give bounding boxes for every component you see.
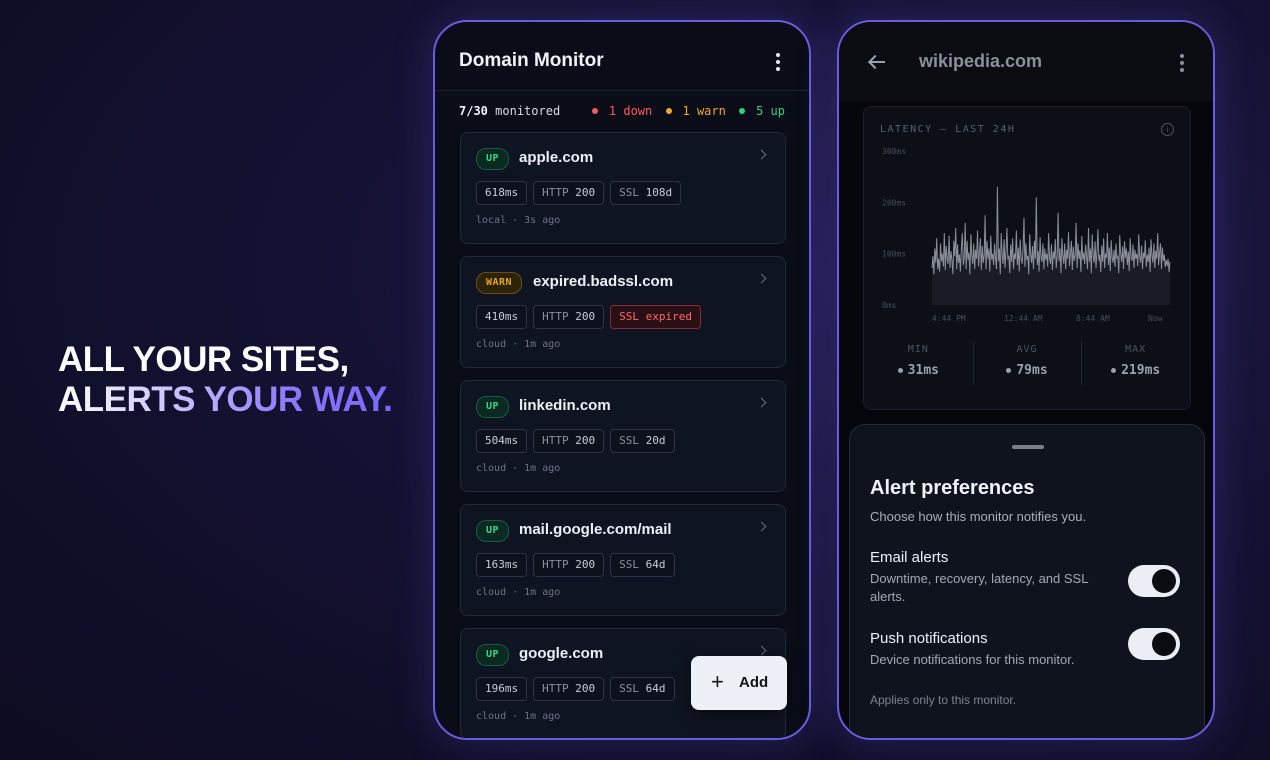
chevron-right-icon [756, 149, 767, 160]
site-card-expired-badssl[interactable]: WARN expired.badssl.com 410ms HTTP 200 S… [460, 256, 786, 368]
x-tick-label: Now [1148, 314, 1163, 323]
status-badge: UP [476, 148, 510, 170]
status-badge: UP [476, 396, 510, 418]
plus-icon: + [711, 669, 724, 694]
ssl-chip: SSL expired [610, 305, 701, 329]
chevron-right-icon [756, 521, 767, 532]
push-notifications-row: Push notifications Device notifications … [870, 628, 1184, 669]
monitor-summary: 7/30 monitored 1 down 1 warn 5 up [459, 104, 785, 122]
y-tick-label: 200ms [882, 198, 906, 207]
down-dot-icon [591, 108, 598, 114]
add-monitor-button[interactable]: + Add [691, 656, 787, 710]
hero-headline: ALL YOUR SITES, ALERTS YOUR WAY. [58, 340, 393, 420]
site-card-apple[interactable]: UP apple.com 618ms HTTP 200 SSL 108d loc… [460, 132, 786, 244]
detail-title: wikipedia.com [919, 51, 1043, 71]
sheet-title: Alert preferences [870, 477, 1035, 499]
ssl-chip: SSL 64d [610, 553, 675, 577]
site-domain: mail.google.com/mail [519, 521, 672, 538]
alert-preferences-sheet: Alert preferences Choose how this monito… [849, 424, 1205, 738]
page-title: Domain Monitor [459, 50, 604, 71]
down-count: 1 down [591, 104, 652, 118]
up-dot-icon [739, 108, 746, 114]
stat-avg: AVG 79ms [972, 341, 1082, 389]
phone-site-detail: wikipedia.com LATENCY — LAST 24H i 300ms… [837, 20, 1215, 740]
latency-chip: 504ms [476, 429, 528, 453]
monitored-label: monitored [495, 104, 561, 118]
site-domain: google.com [519, 645, 604, 662]
push-notifications-desc: Device notifications for this monitor. [870, 652, 1075, 667]
x-tick-label: 8:44 AM [1076, 314, 1110, 323]
http-chip: HTTP 200 [533, 429, 605, 453]
back-arrow-icon[interactable] [867, 54, 885, 70]
warn-count: 1 warn [665, 104, 726, 118]
http-chip: HTTP 200 [533, 181, 605, 205]
push-notifications-toggle[interactable] [1128, 628, 1180, 660]
email-alerts-title: Email alerts [870, 549, 949, 566]
site-meta: cloud · 1m ago [476, 711, 561, 722]
y-tick-label: 300ms [882, 147, 906, 156]
x-tick-label: 12:44 AM [1004, 314, 1043, 323]
site-meta: local · 3s ago [476, 215, 561, 226]
latency-title: LATENCY — LAST 24H [880, 124, 1016, 135]
stat-max: MAX 219ms [1081, 341, 1190, 389]
latency-chart: 300ms 200ms 100ms 0ms 4:44 PM 12:44 AM 8:44 AM… [882, 147, 1171, 323]
y-tick-label: 100ms [882, 250, 906, 259]
http-chip: HTTP 200 [533, 305, 605, 329]
chevron-right-icon [756, 645, 767, 656]
more-options-icon[interactable] [1180, 54, 1184, 72]
latency-card: LATENCY — LAST 24H i 300ms 200ms 100ms 0ms 4… [863, 106, 1191, 410]
app-bar: Domain Monitor [435, 22, 809, 91]
latency-stats: MIN 31ms AVG 79ms MAX 219ms [864, 341, 1190, 389]
site-card-linkedin[interactable]: UP linkedin.com 504ms HTTP 200 SSL 20d c… [460, 380, 786, 492]
status-badge: UP [476, 520, 510, 542]
ssl-chip: SSL 64d [610, 677, 675, 701]
site-meta: cloud · 1m ago [476, 339, 561, 350]
site-card-mail-google[interactable]: UP mail.google.com/mail 163ms HTTP 200 S… [460, 504, 786, 616]
ssl-chip: SSL 20d [610, 429, 675, 453]
latency-chip: 618ms [476, 181, 528, 205]
more-options-icon[interactable] [776, 53, 780, 71]
chevron-right-icon [756, 397, 767, 408]
hero-line-2: ALERTS YOUR WAY. [58, 380, 393, 419]
info-icon[interactable]: i [1161, 123, 1174, 136]
site-domain: expired.badssl.com [533, 273, 674, 290]
latency-chip: 163ms [476, 553, 528, 577]
email-alerts-row: Email alerts Downtime, recovery, latency… [870, 549, 1184, 606]
http-chip: HTTP 200 [533, 677, 605, 701]
latency-chip: 410ms [476, 305, 528, 329]
status-badge: WARN [476, 272, 523, 294]
phone-domain-monitor: Domain Monitor 7/30 monitored 1 down 1 w… [433, 20, 811, 740]
status-badge: UP [476, 644, 510, 666]
monitored-count: 7/30 [459, 104, 488, 118]
chevron-right-icon [756, 273, 767, 284]
http-chip: HTTP 200 [533, 553, 605, 577]
x-tick-label: 4:44 PM [932, 314, 966, 323]
sheet-drag-handle[interactable] [1012, 445, 1044, 449]
site-domain: linkedin.com [519, 397, 611, 414]
sheet-subtitle: Choose how this monitor notifies you. [870, 509, 1087, 524]
site-domain: apple.com [519, 149, 594, 166]
footnote: Applies only to this monitor. [870, 693, 1017, 707]
site-meta: cloud · 1m ago [476, 587, 561, 598]
add-label: Add [739, 674, 769, 691]
up-count: 5 up [739, 104, 785, 118]
hero-line-1: ALL YOUR SITES, [58, 340, 349, 379]
y-tick-label: 0ms [882, 301, 897, 310]
stat-min: MIN 31ms [864, 341, 973, 389]
warn-dot-icon [665, 108, 672, 114]
detail-app-bar: wikipedia.com [839, 22, 1213, 102]
email-alerts-toggle[interactable] [1128, 565, 1180, 597]
site-meta: cloud · 1m ago [476, 463, 561, 474]
latency-chip: 196ms [476, 677, 528, 701]
email-alerts-desc: Downtime, recovery, latency, and SSL ale… [870, 571, 1088, 604]
ssl-chip: SSL 108d [610, 181, 682, 205]
